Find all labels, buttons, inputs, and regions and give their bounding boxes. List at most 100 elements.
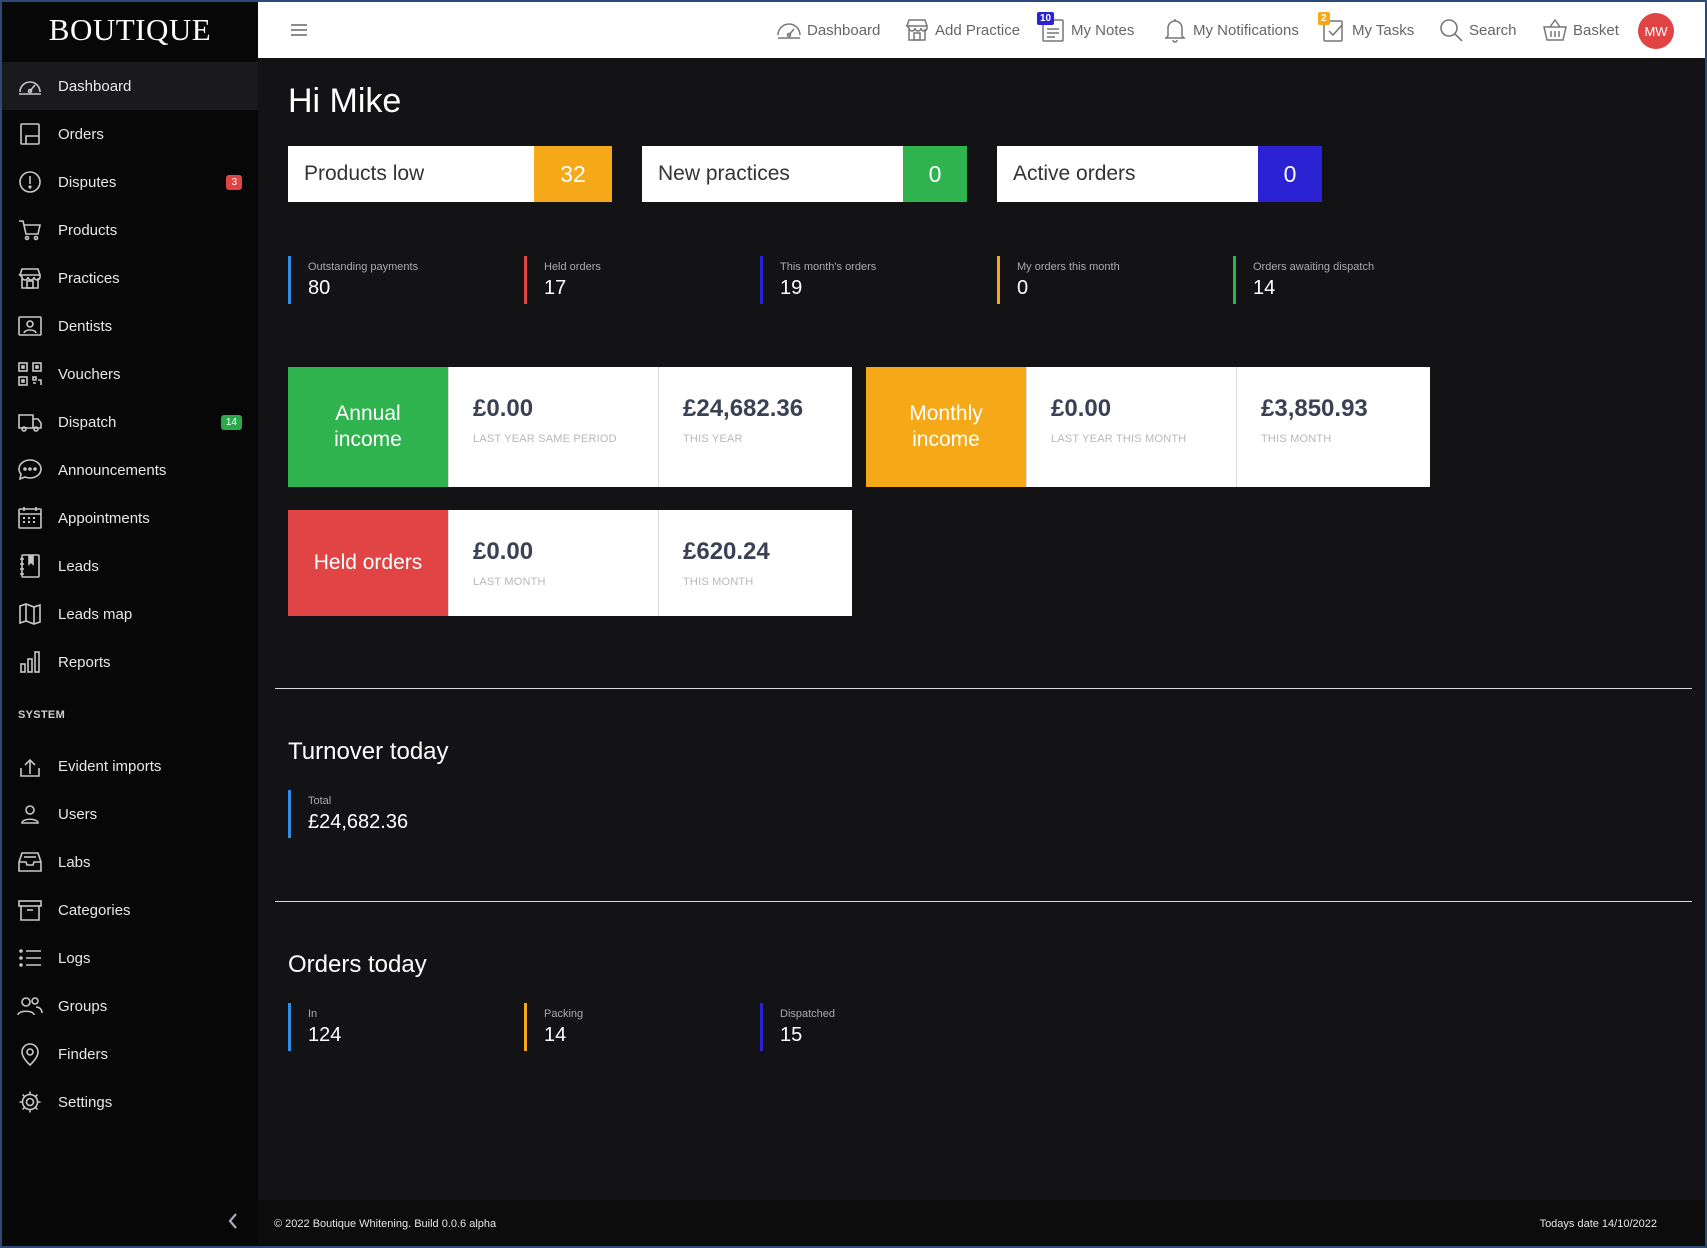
top-my-notifications-link[interactable]: My Notifications <box>1162 2 1299 58</box>
sidebar-item-finders[interactable]: Finders <box>2 1030 258 1078</box>
sidebar-item-label: Groups <box>58 997 108 1015</box>
menu-toggle-button[interactable] <box>290 22 308 38</box>
sidebar-item-practices[interactable]: Practices <box>2 254 258 302</box>
qr-code-icon <box>17 362 43 386</box>
income-value: £0.00 <box>1051 395 1112 422</box>
metric-turnover-total: Total £24,682.36 <box>288 790 408 838</box>
bar-chart-icon <box>17 650 43 674</box>
map-icon <box>17 602 43 626</box>
sidebar-section-title: SYSTEM <box>18 709 66 721</box>
hamburger-icon <box>291 24 307 36</box>
stat-box-products-low[interactable]: Products low 32 <box>288 146 612 202</box>
sidebar-item-dashboard[interactable]: Dashboard <box>2 62 258 110</box>
metric-value: 15 <box>780 1024 803 1046</box>
sidebar-collapse-button[interactable] <box>224 1212 242 1230</box>
app-window: BOUTIQUE Dashboard Orders Disputes 3 Pro… <box>0 0 1707 1248</box>
stat-box-label: Active orders <box>1013 162 1136 185</box>
income-cell: £0.00 Last month <box>448 510 658 616</box>
income-cell: £24,682.36 This year <box>658 367 851 487</box>
stat-box-active-orders[interactable]: Active orders 0 <box>997 146 1322 202</box>
income-box-title: Held orders <box>288 510 448 616</box>
income-sub-label: This year <box>683 433 743 445</box>
top-search-link[interactable]: Search <box>1438 2 1517 58</box>
sidebar-item-label: Settings <box>58 1093 113 1111</box>
income-value: £0.00 <box>473 538 534 565</box>
sidebar-item-label: Practices <box>58 269 120 287</box>
notebook-icon <box>17 554 43 578</box>
income-cell: £620.24 This month <box>658 510 851 616</box>
section-divider <box>275 901 1692 902</box>
tasks-icon: 2 <box>1318 12 1347 43</box>
income-value: £0.00 <box>473 395 534 422</box>
search-icon <box>1438 17 1464 43</box>
sidebar-item-label: Labs <box>58 853 91 871</box>
top-add-practice-label: Add Practice <box>935 21 1021 39</box>
sidebar-item-leads-map[interactable]: Leads map <box>2 590 258 638</box>
sidebar-item-settings[interactable]: Settings <box>2 1078 258 1126</box>
sidebar: BOUTIQUE Dashboard Orders Disputes 3 Pro… <box>2 2 258 1246</box>
sidebar-item-label: Finders <box>58 1045 109 1063</box>
top-dashboard-link[interactable]: Dashboard <box>776 2 880 58</box>
sidebar-item-evident-imports[interactable]: Evident imports <box>2 742 258 790</box>
disputes-badge: 3 <box>226 174 242 190</box>
metric-label: Held orders <box>544 261 601 273</box>
user-avatar[interactable]: MW <box>1638 13 1674 49</box>
income-cell: £0.00 Last year this month <box>1026 367 1236 487</box>
income-box-monthly: Monthly income £0.00 Last year this mont… <box>866 367 1430 487</box>
sidebar-item-label: Dispatch <box>58 413 117 431</box>
income-sub-label: Last year this month <box>1051 433 1187 445</box>
metric-value: 17 <box>544 277 567 299</box>
income-box-title: Annual income <box>288 367 448 487</box>
users-icon <box>17 994 43 1018</box>
top-add-practice-link[interactable]: Add Practice <box>904 2 1020 58</box>
sidebar-item-leads[interactable]: Leads <box>2 542 258 590</box>
notes-icon: 10 <box>1037 12 1066 43</box>
top-my-tasks-label: My Tasks <box>1352 21 1415 39</box>
sidebar-item-vouchers[interactable]: Vouchers <box>2 350 258 398</box>
sidebar-item-dentists[interactable]: Dentists <box>2 302 258 350</box>
metric-label: Orders awaiting dispatch <box>1253 261 1375 273</box>
archive-icon <box>17 898 43 922</box>
stat-box-new-practices[interactable]: New practices 0 <box>642 146 967 202</box>
sidebar-item-users[interactable]: Users <box>2 790 258 838</box>
metric-value: 19 <box>780 277 803 299</box>
sidebar-item-labs[interactable]: Labs <box>2 838 258 886</box>
topbar: Dashboard Add Practice 10 My Notes My No… <box>258 2 1705 58</box>
dispatch-badge: 14 <box>220 414 242 430</box>
metric-label: Total <box>308 795 332 807</box>
user-icon <box>17 802 43 826</box>
main-content: Hi Mike Products low 32 New practices 0 … <box>258 58 1705 1192</box>
sidebar-item-products[interactable]: Products <box>2 206 258 254</box>
top-basket-link[interactable]: Basket <box>1542 2 1619 58</box>
orders-icon <box>17 122 43 146</box>
sidebar-item-disputes[interactable]: Disputes 3 <box>2 158 258 206</box>
sidebar-item-groups[interactable]: Groups <box>2 982 258 1030</box>
income-cell: £3,850.93 This month <box>1236 367 1429 487</box>
sidebar-item-orders[interactable]: Orders <box>2 110 258 158</box>
top-my-notifications-label: My Notifications <box>1193 21 1299 39</box>
sidebar-item-announcements[interactable]: Announcements <box>2 446 258 494</box>
sidebar-item-logs[interactable]: Logs <box>2 934 258 982</box>
sidebar-item-label: Announcements <box>58 461 167 479</box>
sidebar-item-categories[interactable]: Categories <box>2 886 258 934</box>
metric-value: 124 <box>308 1024 342 1046</box>
store-icon <box>904 17 930 43</box>
sidebar-item-reports[interactable]: Reports <box>2 638 258 686</box>
income-value: £3,850.93 <box>1261 395 1368 422</box>
stat-box-value: 0 <box>903 146 967 202</box>
sidebar-nav: Dashboard Orders Disputes 3 Products Pra… <box>2 58 258 1126</box>
income-box-title: Monthly income <box>866 367 1026 487</box>
sidebar-item-dispatch[interactable]: Dispatch 14 <box>2 398 258 446</box>
brand-logo[interactable]: BOUTIQUE <box>2 2 258 58</box>
income-box-held-orders: Held orders £0.00 Last month £620.24 Thi… <box>288 510 852 616</box>
footer: © 2022 Boutique Whitening. Build 0.0.6 a… <box>258 1200 1705 1246</box>
metric-label: In <box>308 1008 318 1020</box>
top-my-tasks-link[interactable]: 2 My Tasks <box>1318 2 1415 58</box>
bell-icon <box>1162 17 1188 43</box>
metric-value: 0 <box>1017 277 1029 299</box>
sidebar-item-appointments[interactable]: Appointments <box>2 494 258 542</box>
top-my-notes-link[interactable]: 10 My Notes <box>1037 2 1134 58</box>
income-sub-label: Last month <box>473 576 546 588</box>
dashboard-icon <box>17 74 43 98</box>
footer-date: Todays date 14/10/2022 <box>1539 1218 1657 1230</box>
